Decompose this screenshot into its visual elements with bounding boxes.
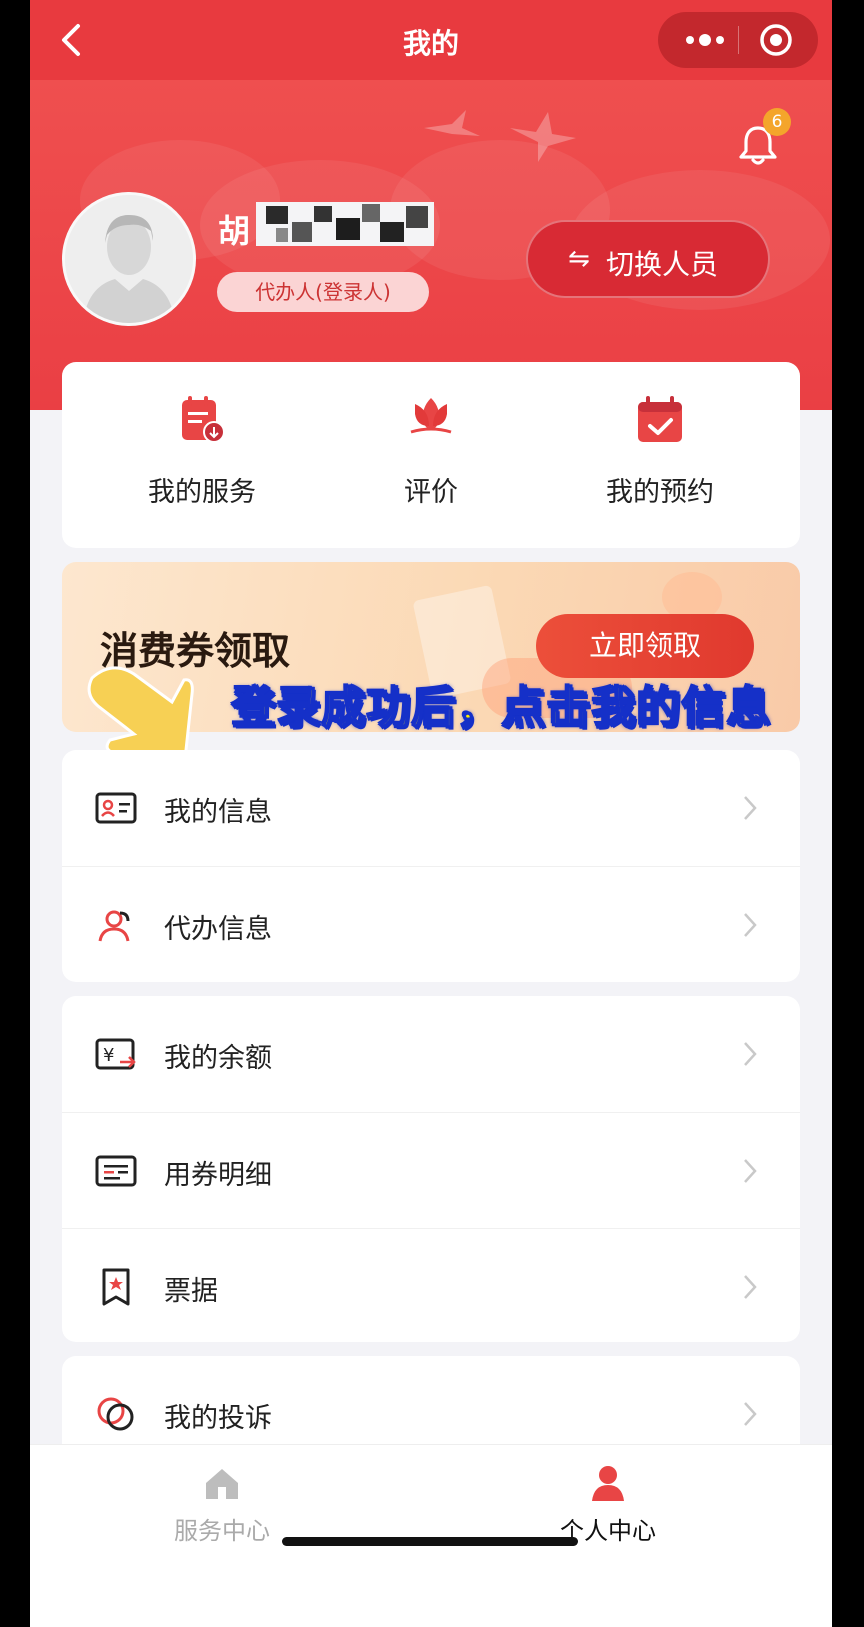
chevron-right-icon xyxy=(744,1275,757,1299)
tutorial-caption: 登录成功后，点击我的信息 xyxy=(231,682,772,735)
bottom-tab-bar: 服务中心 个人中心 xyxy=(30,1444,832,1627)
agent-user-icon xyxy=(98,910,130,942)
quick-label: 评价 xyxy=(404,477,458,508)
swap-icon: ⇋ xyxy=(568,244,590,274)
screen: 我的 6 胡 代办人(登录人) ⇋ 切换人员 我的服务 评价 我的预约 消费券领… xyxy=(30,0,832,1627)
quick-evaluate[interactable]: 评价 xyxy=(331,392,531,509)
calendar-check-icon xyxy=(638,396,682,442)
menu-group-2: ¥ 我的余额 用券明细 票据 xyxy=(62,996,800,1342)
menu-label: 代办信息 xyxy=(164,914,272,945)
claim-now-button[interactable]: 立即领取 xyxy=(536,614,754,678)
menu-item-receipts[interactable]: 票据 xyxy=(62,1228,800,1344)
tab-personal-center[interactable]: 个人中心 xyxy=(528,1463,688,1546)
id-card-icon xyxy=(95,792,137,824)
more-icon[interactable] xyxy=(680,26,730,54)
quick-label: 我的预约 xyxy=(606,477,714,508)
user-name: 胡 xyxy=(218,212,251,250)
menu-label: 我的余额 xyxy=(164,1043,272,1074)
tab-service-center[interactable]: 服务中心 xyxy=(142,1463,302,1546)
receipt-icon xyxy=(102,1268,130,1306)
menu-item-my-balance[interactable]: ¥ 我的余额 xyxy=(62,996,800,1112)
menu-item-my-info[interactable]: 我的信息 xyxy=(62,750,800,866)
svg-text:¥: ¥ xyxy=(103,1045,114,1066)
menu-label: 票据 xyxy=(164,1276,218,1307)
user-icon xyxy=(592,1466,624,1501)
menu-label: 我的投诉 xyxy=(164,1403,272,1434)
quick-my-appointments[interactable]: 我的预约 xyxy=(560,392,760,509)
mini-program-capsule xyxy=(658,12,818,68)
chevron-right-icon xyxy=(744,1159,757,1183)
capsule-divider xyxy=(738,26,739,54)
quick-my-services[interactable]: 我的服务 xyxy=(102,392,302,509)
nav-bar: 我的 xyxy=(30,0,832,80)
complaint-icon xyxy=(97,1397,134,1431)
lotus-icon xyxy=(410,398,452,434)
menu-group-1: 我的信息 代办信息 xyxy=(62,750,800,982)
avatar[interactable] xyxy=(62,192,196,326)
close-miniprogram-icon[interactable] xyxy=(758,22,794,58)
switch-person-button[interactable]: ⇋ 切换人员 xyxy=(526,220,770,298)
quick-actions-card: 我的服务 评价 我的预约 xyxy=(62,362,800,548)
quick-label: 我的服务 xyxy=(148,477,256,508)
bird-icon xyxy=(510,112,576,162)
menu-item-agent-info[interactable]: 代办信息 xyxy=(62,866,800,982)
name-privacy-mosaic xyxy=(256,202,434,246)
switch-person-label: 切换人员 xyxy=(606,248,719,281)
menu-label: 用券明细 xyxy=(164,1160,272,1191)
notification-badge: 6 xyxy=(763,108,791,136)
profile-header: 6 胡 代办人(登录人) ⇋ 切换人员 xyxy=(30,80,832,410)
chevron-right-icon xyxy=(744,1402,757,1426)
coupon-list-icon xyxy=(95,1155,137,1187)
chevron-right-icon xyxy=(744,796,757,820)
home-icon xyxy=(206,1469,238,1499)
yuan-transfer-icon: ¥ xyxy=(95,1038,136,1070)
default-avatar-icon xyxy=(65,195,193,323)
menu-label: 我的信息 xyxy=(164,797,272,828)
bird-icon xyxy=(424,110,480,136)
chevron-right-icon xyxy=(744,1042,757,1066)
role-badge: 代办人(登录人) xyxy=(217,272,429,312)
menu-item-coupon-details[interactable]: 用券明细 xyxy=(62,1112,800,1228)
calendar-doc-icon xyxy=(182,396,225,443)
tab-label: 服务中心 xyxy=(174,1517,270,1545)
chevron-right-icon xyxy=(744,913,757,937)
home-indicator[interactable] xyxy=(282,1537,578,1546)
